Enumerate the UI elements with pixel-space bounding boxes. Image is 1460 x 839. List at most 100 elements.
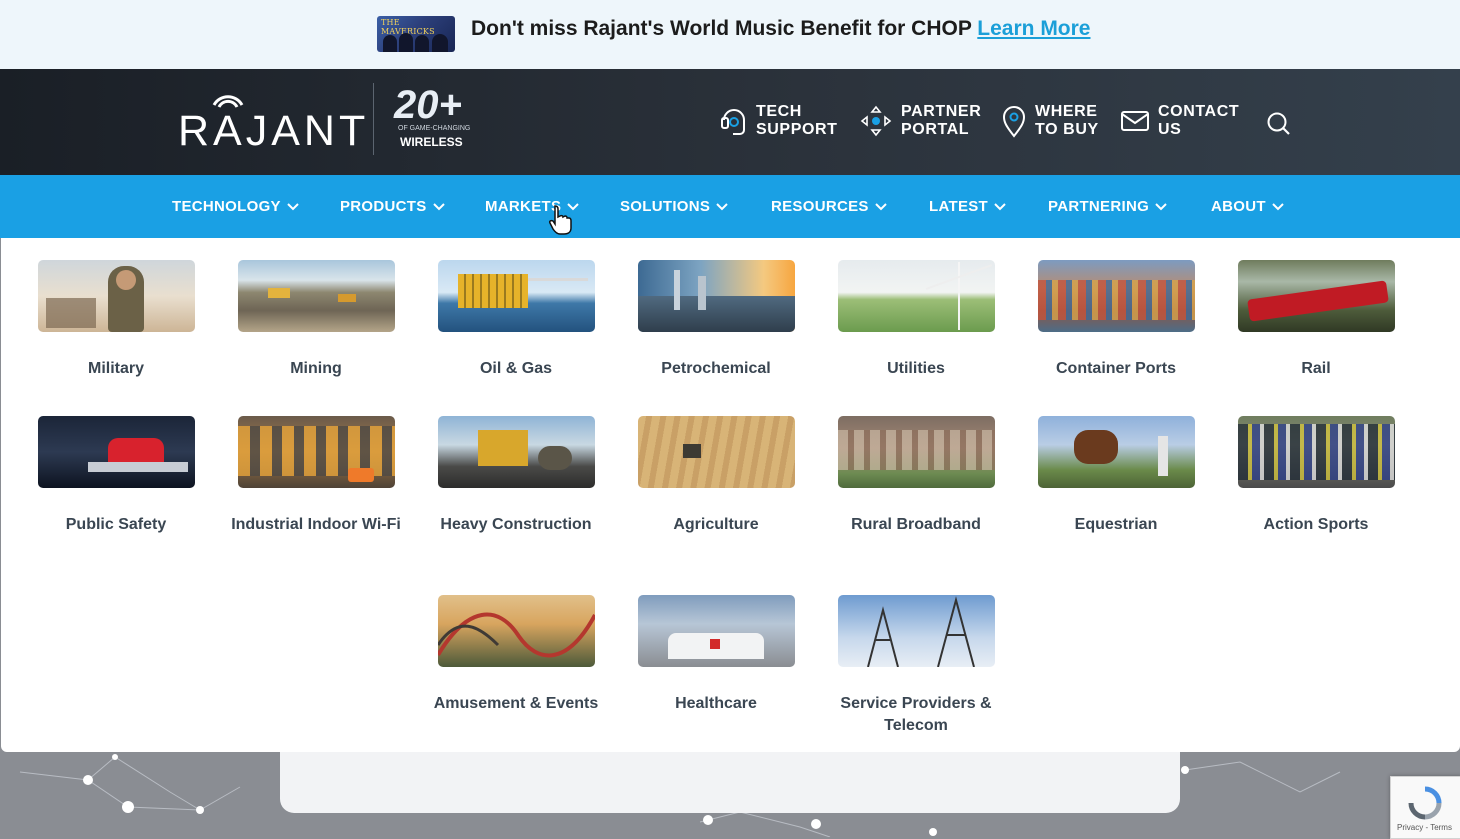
nav-label: ABOUT	[1211, 198, 1266, 215]
nav-resources[interactable]: RESOURCES	[771, 198, 887, 215]
utilities-image	[837, 260, 995, 332]
tech-support-label: TECH SUPPORT	[756, 103, 838, 138]
chevron-down-icon	[1272, 202, 1284, 210]
nav-label: SOLUTIONS	[620, 198, 711, 215]
recaptcha-badge[interactable]: Privacy - Terms	[1390, 776, 1460, 839]
rail-image	[1237, 260, 1395, 332]
market-rural-broadband[interactable]: Rural Broadband	[816, 416, 1016, 536]
portal-icon	[860, 105, 892, 137]
market-service-providers-telecom[interactable]: Service Providers & Telecom	[816, 595, 1016, 737]
recaptcha-text: Privacy - Terms	[1397, 823, 1452, 832]
partner-portal-link[interactable]: PARTNER PORTAL	[859, 103, 981, 139]
market-label: Action Sports	[1263, 516, 1369, 533]
roller-coaster-icon	[437, 612, 595, 658]
chevron-down-icon	[432, 202, 445, 210]
anniversary-subtitle: OF GAME-CHANGING	[398, 125, 471, 132]
market-label: Military	[87, 360, 144, 377]
market-heavy-construction[interactable]: Heavy Construction	[416, 416, 616, 536]
market-military[interactable]: Military	[16, 260, 216, 380]
petrochemical-image	[637, 260, 795, 332]
chevron-down-icon	[875, 202, 887, 210]
market-agriculture[interactable]: Agriculture	[616, 416, 816, 536]
market-label: Oil & Gas	[479, 360, 553, 377]
market-label: Mining	[290, 360, 342, 377]
logo-wordmark: RAJANT	[178, 107, 370, 155]
where-to-buy-label: WHERE TO BUY	[1035, 103, 1099, 138]
public-safety-image	[37, 416, 195, 488]
learn-more-link[interactable]: Learn More	[977, 17, 1090, 40]
announcement-text: Don't miss Rajant's World Music Benefit …	[471, 17, 1091, 41]
market-petrochemical[interactable]: Petrochemical	[616, 260, 816, 380]
rural-broadband-image	[837, 416, 995, 488]
market-action-sports[interactable]: Action Sports	[1216, 416, 1416, 536]
market-oil-gas[interactable]: Oil & Gas	[416, 260, 616, 380]
thumbnail-caption: THE MAVERICKS	[381, 18, 435, 36]
service-providers-telecom-image	[837, 595, 995, 667]
pointer-cursor-icon	[549, 205, 572, 235]
market-label: Equestrian	[1074, 516, 1158, 533]
recaptcha-icon	[1408, 786, 1442, 820]
nav-label: PARTNERING	[1048, 198, 1150, 215]
chevron-down-icon	[716, 202, 728, 210]
cell-tower-icon	[866, 596, 975, 667]
industrial-indoor-wifi-image	[237, 416, 395, 488]
nav-label: TECHNOLOGY	[172, 198, 281, 215]
equestrian-image	[1037, 416, 1195, 488]
market-label: Utilities	[887, 360, 945, 377]
market-label: Petrochemical	[661, 360, 771, 377]
container-ports-image	[1037, 260, 1195, 332]
market-equestrian[interactable]: Equestrian	[1016, 416, 1216, 536]
military-image	[37, 260, 195, 332]
anniversary-badge: 20+ OF GAME-CHANGING WIRELESS	[388, 83, 478, 155]
chevron-down-icon	[287, 202, 299, 210]
nav-label: PRODUCTS	[340, 198, 427, 215]
market-label: Industrial Indoor Wi-Fi	[231, 516, 401, 533]
market-label: Container Ports	[1055, 360, 1176, 377]
oil-gas-image	[437, 260, 595, 332]
anniversary-wireless: WIRELESS	[400, 135, 463, 149]
contact-us-label: CONTACT US	[1158, 103, 1240, 138]
market-label: Amusement & Events	[433, 695, 599, 712]
nav-technology[interactable]: TECHNOLOGY	[172, 198, 299, 215]
heavy-construction-image	[437, 416, 595, 488]
announcement-message: Don't miss Rajant's World Music Benefit …	[471, 17, 972, 40]
market-label: Healthcare	[675, 695, 757, 712]
site-header: RAJANT 20+ OF GAME-CHANGING WIRELESS TEC…	[0, 69, 1460, 175]
where-to-buy-link[interactable]: WHERE TO BUY	[1001, 103, 1115, 139]
announcement-thumbnail[interactable]: THE MAVERICKS	[377, 16, 455, 52]
anniversary-number: 20+	[394, 83, 462, 127]
mining-image	[237, 260, 395, 332]
nav-about[interactable]: ABOUT	[1211, 198, 1284, 215]
market-public-safety[interactable]: Public Safety	[16, 416, 216, 536]
announcement-bar: THE MAVERICKS Don't miss Rajant's World …	[0, 0, 1460, 69]
nav-products[interactable]: PRODUCTS	[340, 198, 445, 215]
market-healthcare[interactable]: Healthcare	[616, 595, 816, 715]
main-nav: TECHNOLOGY PRODUCTS MARKETS SOLUTIONS RE…	[0, 175, 1460, 238]
partner-portal-label: PARTNER PORTAL	[901, 103, 982, 138]
market-container-ports[interactable]: Container Ports	[1016, 260, 1216, 380]
map-pin-icon	[1002, 106, 1026, 138]
market-amusement-events[interactable]: Amusement & Events	[416, 595, 616, 715]
tech-support-link[interactable]: TECH SUPPORT	[720, 103, 838, 139]
market-industrial-indoor-wifi[interactable]: Industrial Indoor Wi-Fi	[216, 416, 416, 536]
market-label: Public Safety	[65, 516, 167, 533]
nav-label: RESOURCES	[771, 198, 869, 215]
chevron-down-icon	[1155, 202, 1167, 210]
markets-dropdown: Military Mining Oil & Gas Petrochemical …	[1, 238, 1460, 752]
market-label: Agriculture	[673, 516, 759, 533]
market-label: Heavy Construction	[440, 516, 592, 533]
market-mining[interactable]: Mining	[216, 260, 416, 380]
nav-latest[interactable]: LATEST	[929, 198, 1006, 215]
contact-us-link[interactable]: CONTACT US	[1120, 103, 1240, 139]
rajant-logo[interactable]: RAJANT	[178, 91, 368, 155]
market-utilities[interactable]: Utilities	[816, 260, 1016, 380]
healthcare-image	[637, 595, 795, 667]
amusement-events-image	[437, 595, 595, 667]
search-icon	[1267, 112, 1290, 135]
search-button[interactable]	[1266, 111, 1292, 142]
chevron-down-icon	[994, 202, 1006, 210]
nav-solutions[interactable]: SOLUTIONS	[620, 198, 728, 215]
market-rail[interactable]: Rail	[1216, 260, 1416, 380]
logo-divider	[373, 83, 374, 155]
nav-partnering[interactable]: PARTNERING	[1048, 198, 1167, 215]
